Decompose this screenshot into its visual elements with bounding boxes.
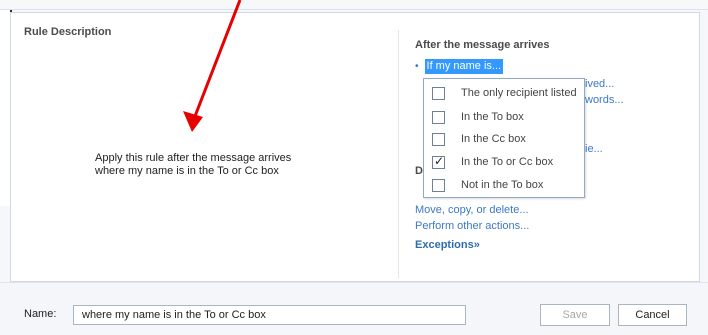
dropdown-option-only-recipient[interactable]: The only recipient listed — [424, 81, 586, 105]
exceptions-label: Exceptions — [415, 239, 474, 251]
dropdown-option-label: The only recipient listed — [461, 87, 577, 99]
dropdown-option-label: Not in the To box — [461, 179, 544, 191]
condition-if-my-name-is[interactable]: • If my name is... — [415, 59, 504, 74]
dropdown-option-not-to-box[interactable]: Not in the To box — [424, 173, 586, 197]
checkbox-unchecked-icon[interactable] — [432, 110, 445, 124]
panel-divider — [398, 30, 399, 278]
screen: Rule Description Apply this rule after t… — [0, 0, 708, 335]
dropdown-option-cc-box[interactable]: In the Cc box — [424, 127, 586, 151]
dropdown-option-label: In the To or Cc box — [461, 156, 554, 168]
rule-name-input[interactable] — [73, 305, 466, 325]
dropdown-option-to-box[interactable]: In the To box — [424, 105, 586, 129]
top-strip — [0, 0, 708, 10]
checkbox-unchecked-icon[interactable] — [432, 178, 445, 192]
obscured-condition-link-3[interactable]: ie... — [585, 143, 603, 155]
bullet-icon: • — [415, 61, 419, 72]
cancel-button[interactable]: Cancel — [618, 304, 687, 326]
dropdown-option-label: In the To box — [461, 111, 524, 123]
rule-description-title: Rule Description — [24, 26, 112, 38]
name-label: Name: — [24, 308, 57, 320]
rule-description-line-1: Apply this rule after the message arrive… — [95, 152, 292, 164]
rule-description-line-2: where my name is in the To or Cc box — [95, 165, 279, 177]
dropdown-option-label: In the Cc box — [461, 133, 526, 145]
move-copy-delete-link[interactable]: Move, copy, or delete... — [415, 204, 529, 216]
obscured-condition-link-2[interactable]: words... — [585, 94, 624, 106]
checkbox-checked-icon[interactable] — [432, 154, 445, 169]
after-message-arrives-title: After the message arrives — [415, 39, 550, 51]
checkbox-unchecked-icon[interactable] — [432, 132, 445, 146]
name-position-dropdown[interactable]: The only recipient listed In the To box … — [423, 78, 585, 198]
perform-other-actions-link[interactable]: Perform other actions... — [415, 220, 529, 232]
checkbox-unchecked-icon[interactable] — [432, 86, 445, 100]
dropdown-option-to-or-cc-box[interactable]: In the To or Cc box — [424, 150, 586, 174]
save-button[interactable]: Save — [540, 304, 610, 326]
obscured-condition-link-1[interactable]: ived... — [585, 78, 614, 90]
double-chevron-down-icon: » — [473, 239, 480, 251]
selected-condition-link[interactable]: If my name is... — [424, 59, 504, 74]
rule-description-text: Apply this rule after the message arrive… — [95, 152, 335, 178]
exceptions-toggle[interactable]: Exceptions» — [415, 239, 480, 251]
